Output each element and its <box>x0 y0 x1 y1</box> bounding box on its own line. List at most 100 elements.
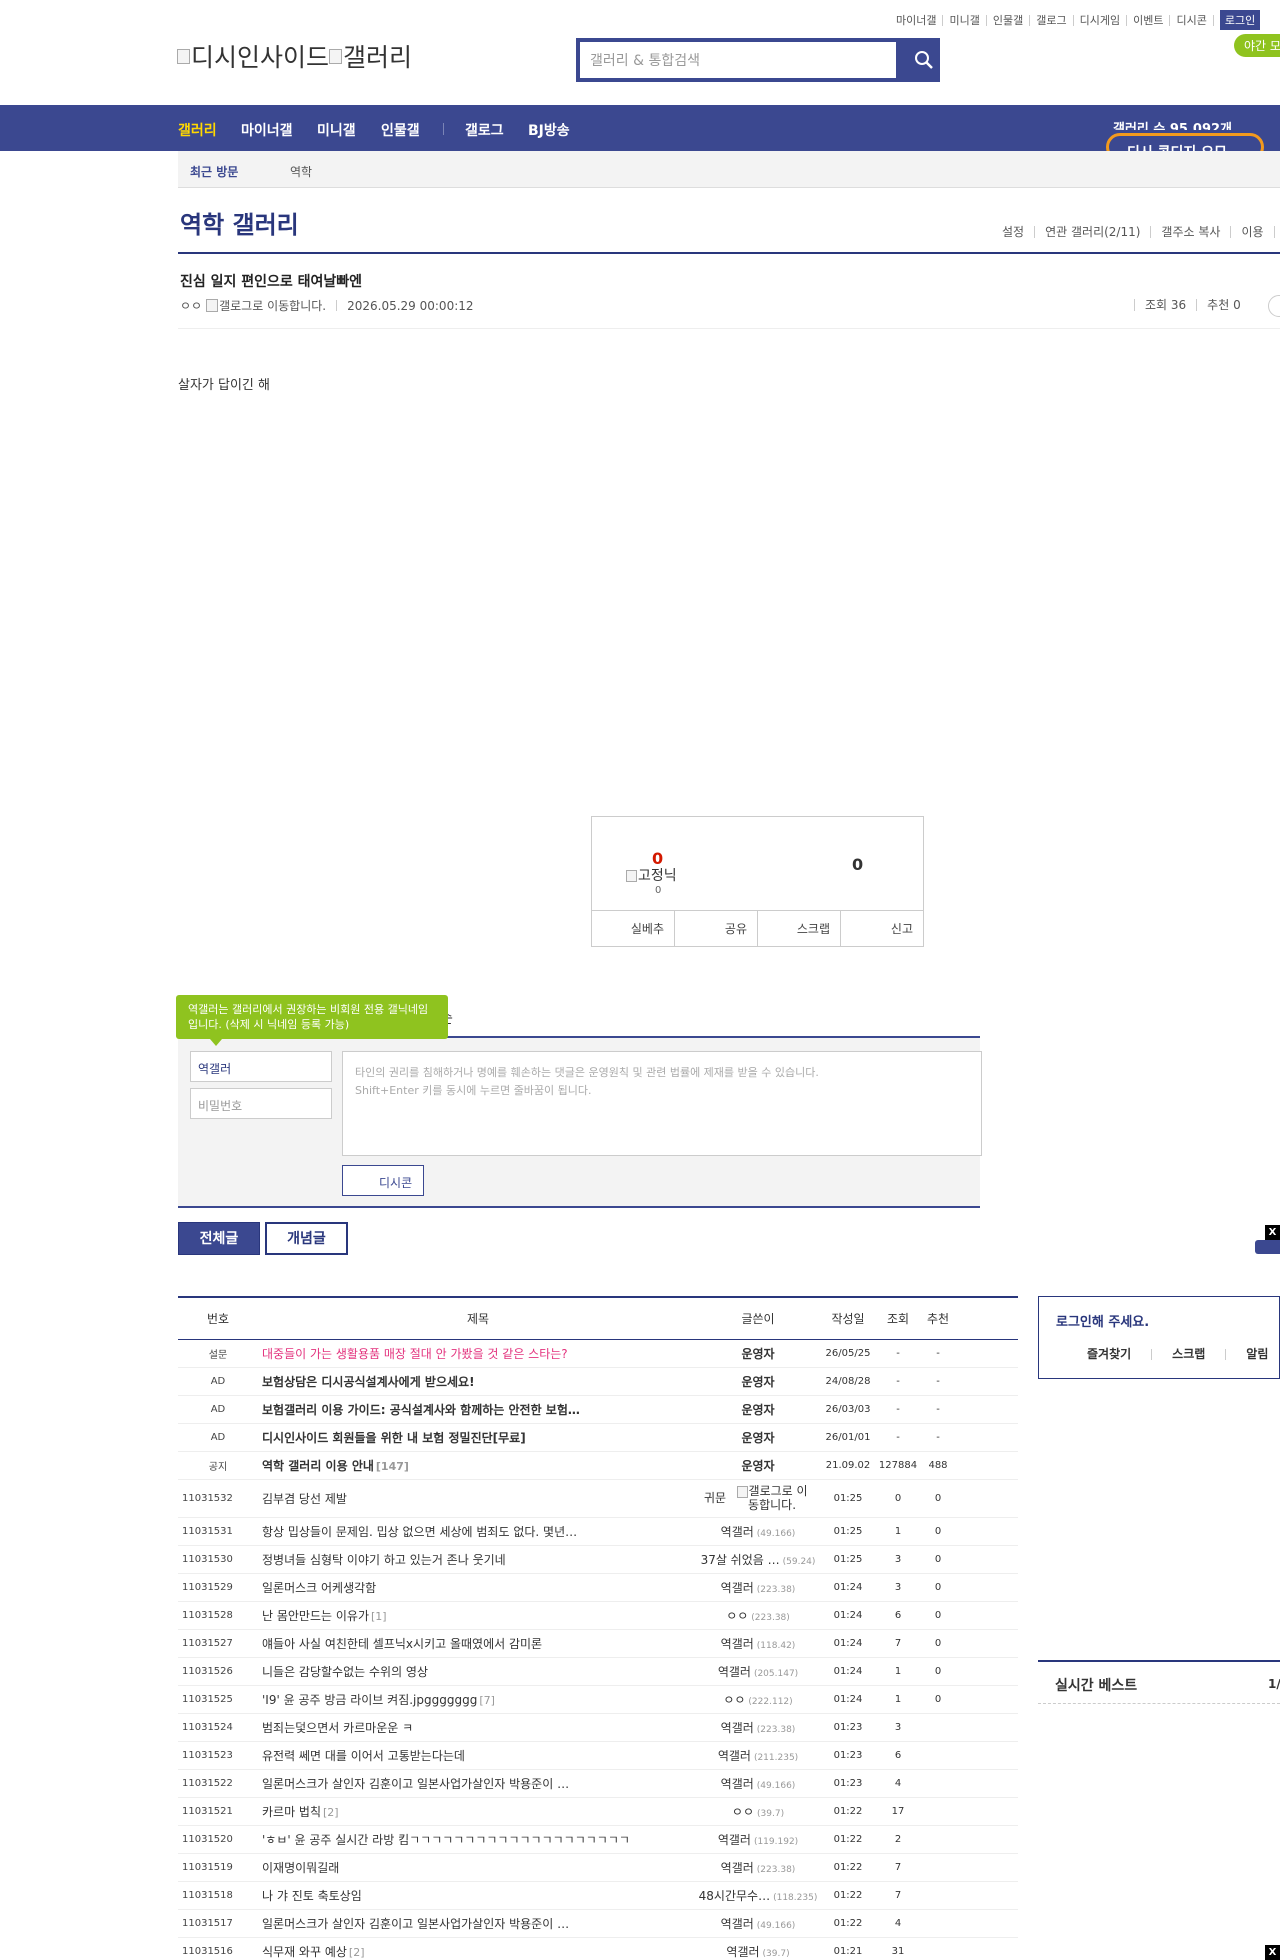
writer-nick[interactable]: ㅇㅇ <box>726 1609 748 1623</box>
close-icon[interactable]: X <box>1265 1945 1280 1960</box>
post-writer[interactable]: 역갤러 (205.147) <box>698 1657 818 1686</box>
post-link[interactable]: 난 몸안만드는 이유가 <box>262 1609 369 1623</box>
reply-count[interactable]: [2] <box>349 1946 365 1959</box>
post-title-cell[interactable]: 대중들이 가는 생활용품 매장 절대 안 가봤을 것 같은 스타는? <box>258 1339 698 1368</box>
writer-nick[interactable]: 귀문 <box>704 1491 726 1505</box>
table-row[interactable]: 11031518 나 갸 진토 축토상임 48시간무수… (118.235) 01:22… <box>178 1881 1018 1910</box>
post-title-cell[interactable]: 정병녀들 심형탁 이야기 하고 있는거 존나 웃기네 <box>258 1545 698 1574</box>
table-row[interactable]: 11031523 유전력 쎄면 대를 이어서 고통받는다는데 역갤러 (211.235… <box>178 1741 1018 1770</box>
table-row[interactable]: 11031520 'ㅎㅂ' 윤 공주 실시간 라방 킴ㄱㄱㄱㄱㄱㄱㄱㄱㄱㄱㄱㄱㄱㄱ… <box>178 1825 1018 1854</box>
writer-nick[interactable]: 역갤러 <box>718 1833 751 1847</box>
reply-count[interactable]: [2] <box>323 1806 339 1819</box>
reply-count[interactable]: [1] <box>371 1610 387 1623</box>
tab-all-posts[interactable]: 전체글 <box>178 1222 260 1255</box>
post-title-cell[interactable]: 항상 밉상들이 문제임. 밉상 없으면 세상에 범죄도 없다. 몇년… <box>258 1517 698 1546</box>
table-row[interactable]: 11031519 이재명이뭐길래 역갤러 (223.38) 01:22 7 <box>178 1853 1018 1882</box>
writer-nick[interactable]: 운영자 <box>741 1431 774 1445</box>
writer-nick[interactable]: 역갤러 <box>721 1581 754 1595</box>
nav-mini-gallery[interactable]: 미니갤 <box>317 120 356 140</box>
night-mode-toggle[interactable]: 야간 모 <box>1234 34 1280 57</box>
post-link[interactable]: 나 갸 진토 축토상임 <box>262 1889 362 1903</box>
writer-nick[interactable]: 역갤러 <box>721 1637 754 1651</box>
post-writer[interactable]: 운영자 <box>698 1339 818 1368</box>
post-title-cell[interactable]: 유전력 쎄면 대를 이어서 고통받는다는데 <box>258 1741 698 1770</box>
post-title-cell[interactable]: 일론머스크가 살인자 김훈이고 일본사업가살인자 박용준이 … <box>258 1909 698 1938</box>
post-link[interactable]: 일론머스크가 살인자 김훈이고 일본사업가살인자 박용준이 … <box>262 1917 569 1931</box>
post-link[interactable]: 얘들아 사실 여친한테 셀프닉x시키고 올때였에서 감미론 <box>262 1637 542 1651</box>
post-title-cell[interactable]: 일론머스크 어케생각함 <box>258 1573 698 1602</box>
real-best-recommend-button[interactable]: 실베추 <box>592 911 675 946</box>
post-title-cell[interactable]: 'I9' 윤 공주 방금 라이브 켜짐.jpggggggg [7] <box>258 1685 698 1714</box>
post-writer[interactable]: 역갤러 (49.166) <box>698 1909 818 1938</box>
reply-count[interactable]: [147] <box>376 1460 409 1473</box>
post-writer[interactable]: ㅇㅇ (222.112) <box>698 1685 818 1714</box>
post-link[interactable]: 대중들이 가는 생활용품 매장 절대 안 가봤을 것 같은 스타는? <box>262 1347 568 1361</box>
post-title-cell[interactable]: 역학 갤러리 이용 안내 [147] <box>258 1451 698 1480</box>
writer-nick[interactable]: 역갤러 <box>726 1945 759 1959</box>
gallery-title[interactable]: 역학 갤러리 <box>180 205 299 240</box>
post-link[interactable]: 보험갤러리 이용 가이드: 공식설계사와 함께하는 안전한 보험… <box>262 1403 580 1417</box>
table-row[interactable]: 11031526 니들은 감당할수없는 수위의 영상 역갤러 (205.147) 01:… <box>178 1657 1018 1686</box>
post-writer[interactable]: 역갤러 (223.38) <box>698 1853 818 1882</box>
post-link[interactable]: 일론머스크가 살인자 김훈이고 일본사업가살인자 박용준이 … <box>262 1777 569 1791</box>
favorites-link[interactable]: 즐겨찾기 <box>1087 1348 1153 1360</box>
post-link[interactable]: 유전력 쎄면 대를 이어서 고통받는다는데 <box>262 1749 465 1763</box>
table-row[interactable]: 설문 대중들이 가는 생활용품 매장 절대 안 가봤을 것 같은 스타는? 운영자 2… <box>178 1339 1018 1368</box>
writer-nick[interactable]: 역갤러 <box>721 1525 754 1539</box>
search-input[interactable]: 갤러리 & 통합검색 <box>579 41 897 79</box>
nav-minor-gallery[interactable]: 마이너갤 <box>241 120 293 140</box>
util-link-dccon[interactable]: 디시콘 <box>1170 14 1214 26</box>
post-writer[interactable]: 역갤러 (49.166) <box>698 1517 818 1546</box>
post-writer[interactable]: 운영자 <box>698 1451 818 1480</box>
util-link-event[interactable]: 이벤트 <box>1127 14 1171 26</box>
gallog-image-icon[interactable] <box>206 299 219 312</box>
share-button[interactable]: 공유 <box>675 911 758 946</box>
post-title-cell[interactable]: 니들은 감당할수없는 수위의 영상 <box>258 1657 698 1686</box>
table-row[interactable]: 11031517 일론머스크가 살인자 김훈이고 일본사업가살인자 박용준이 … 역… <box>178 1909 1018 1938</box>
comment-textarea[interactable]: 타인의 권리를 침해하거나 명예를 훼손하는 댓글은 운영원칙 및 관련 법률에… <box>342 1051 982 1156</box>
post-writer[interactable]: 운영자 <box>698 1395 818 1424</box>
post-writer[interactable]: 운영자 <box>698 1367 818 1396</box>
post-writer[interactable]: 운영자 <box>698 1423 818 1452</box>
site-logo[interactable]: 디시인사이드 갤러리 <box>177 38 412 74</box>
post-option-button[interactable] <box>1268 295 1280 317</box>
post-link[interactable]: 역학 갤러리 이용 안내 <box>262 1459 374 1473</box>
post-writer[interactable]: 역갤러 (223.38) <box>698 1713 818 1742</box>
writer-nick[interactable]: 역갤러 <box>721 1917 754 1931</box>
post-writer[interactable]: ㅇㅇ (223.38) <box>698 1601 818 1630</box>
table-row[interactable]: AD 보험상담은 디시공식설계사에게 받으세요! 운영자 24/08/28- - <box>178 1367 1018 1396</box>
post-link[interactable]: 니들은 감당할수없는 수위의 영상 <box>262 1665 428 1679</box>
table-row[interactable]: 11031529 일론머스크 어케생각함 역갤러 (223.38) 01:24 3 0 <box>178 1573 1018 1602</box>
copy-gallery-address-link[interactable]: 갤주소 복사 <box>1151 226 1232 238</box>
writer-nick[interactable]: 운영자 <box>741 1459 774 1473</box>
post-link[interactable]: 식무재 와꾸 예상 <box>262 1945 347 1959</box>
writer-nick[interactable]: 역갤러 <box>718 1665 751 1679</box>
post-title-cell[interactable]: 나 갸 진토 축토상임 <box>258 1881 698 1910</box>
post-writer[interactable]: 역갤러 (223.38) <box>698 1573 818 1602</box>
writer-nick[interactable]: 37살 쉬었음 … <box>701 1553 780 1567</box>
post-link[interactable]: 이재명이뭐길래 <box>262 1861 339 1875</box>
table-row[interactable]: 11031531 항상 밉상들이 문제임. 밉상 없으면 세상에 범죄도 없다. … <box>178 1517 1018 1546</box>
table-row[interactable]: 공지 역학 갤러리 이용 안내 [147] 운영자 21.09.02 127884 488 <box>178 1451 1018 1480</box>
post-title-cell[interactable]: 보험상담은 디시공식설계사에게 받으세요! <box>258 1367 698 1396</box>
post-writer[interactable]: 역갤러 (211.235) <box>698 1741 818 1770</box>
tab-concept-posts[interactable]: 개념글 <box>265 1222 348 1255</box>
writer-nick[interactable]: 운영자 <box>741 1375 774 1389</box>
post-writer[interactable]: 48시간무수… (118.235) <box>698 1881 818 1910</box>
post-link[interactable]: 김부겸 당선 제발 <box>262 1492 347 1506</box>
nav-person-gallery[interactable]: 인물갤 <box>381 120 420 140</box>
table-row[interactable]: 11031525 'I9' 윤 공주 방금 라이브 켜짐.jpggggggg [7]… <box>178 1685 1018 1714</box>
close-icon[interactable]: X <box>1265 1225 1280 1240</box>
table-row[interactable]: 11031516 식무재 와꾸 예상 [2] 역갤러 (39.7) 01:21 31 <box>178 1937 1018 1960</box>
post-link[interactable]: 카르마 법칙 <box>262 1805 321 1819</box>
writer-nick[interactable]: 48시간무수… <box>699 1889 770 1903</box>
nav-bj-broadcast[interactable]: BJ방송 <box>528 120 570 140</box>
writer-nick[interactable]: 역갤러 <box>721 1777 754 1791</box>
post-link[interactable]: 항상 밉상들이 문제임. 밉상 없으면 세상에 범죄도 없다. 몇년… <box>262 1525 577 1539</box>
dccon-button[interactable]: 디시콘 <box>342 1165 424 1196</box>
post-writer[interactable]: 귀문 갤로그로 이동합니다. <box>698 1479 818 1518</box>
scrap-link[interactable]: 스크랩 <box>1152 1348 1227 1360</box>
post-writer[interactable]: 역갤러 (118.42) <box>698 1629 818 1658</box>
post-title-cell[interactable]: 디시인사이드 회원들을 위한 내 보험 정밀진단[무료] <box>258 1423 698 1452</box>
post-title-cell[interactable]: 카르마 법칙 [2] <box>258 1797 698 1826</box>
